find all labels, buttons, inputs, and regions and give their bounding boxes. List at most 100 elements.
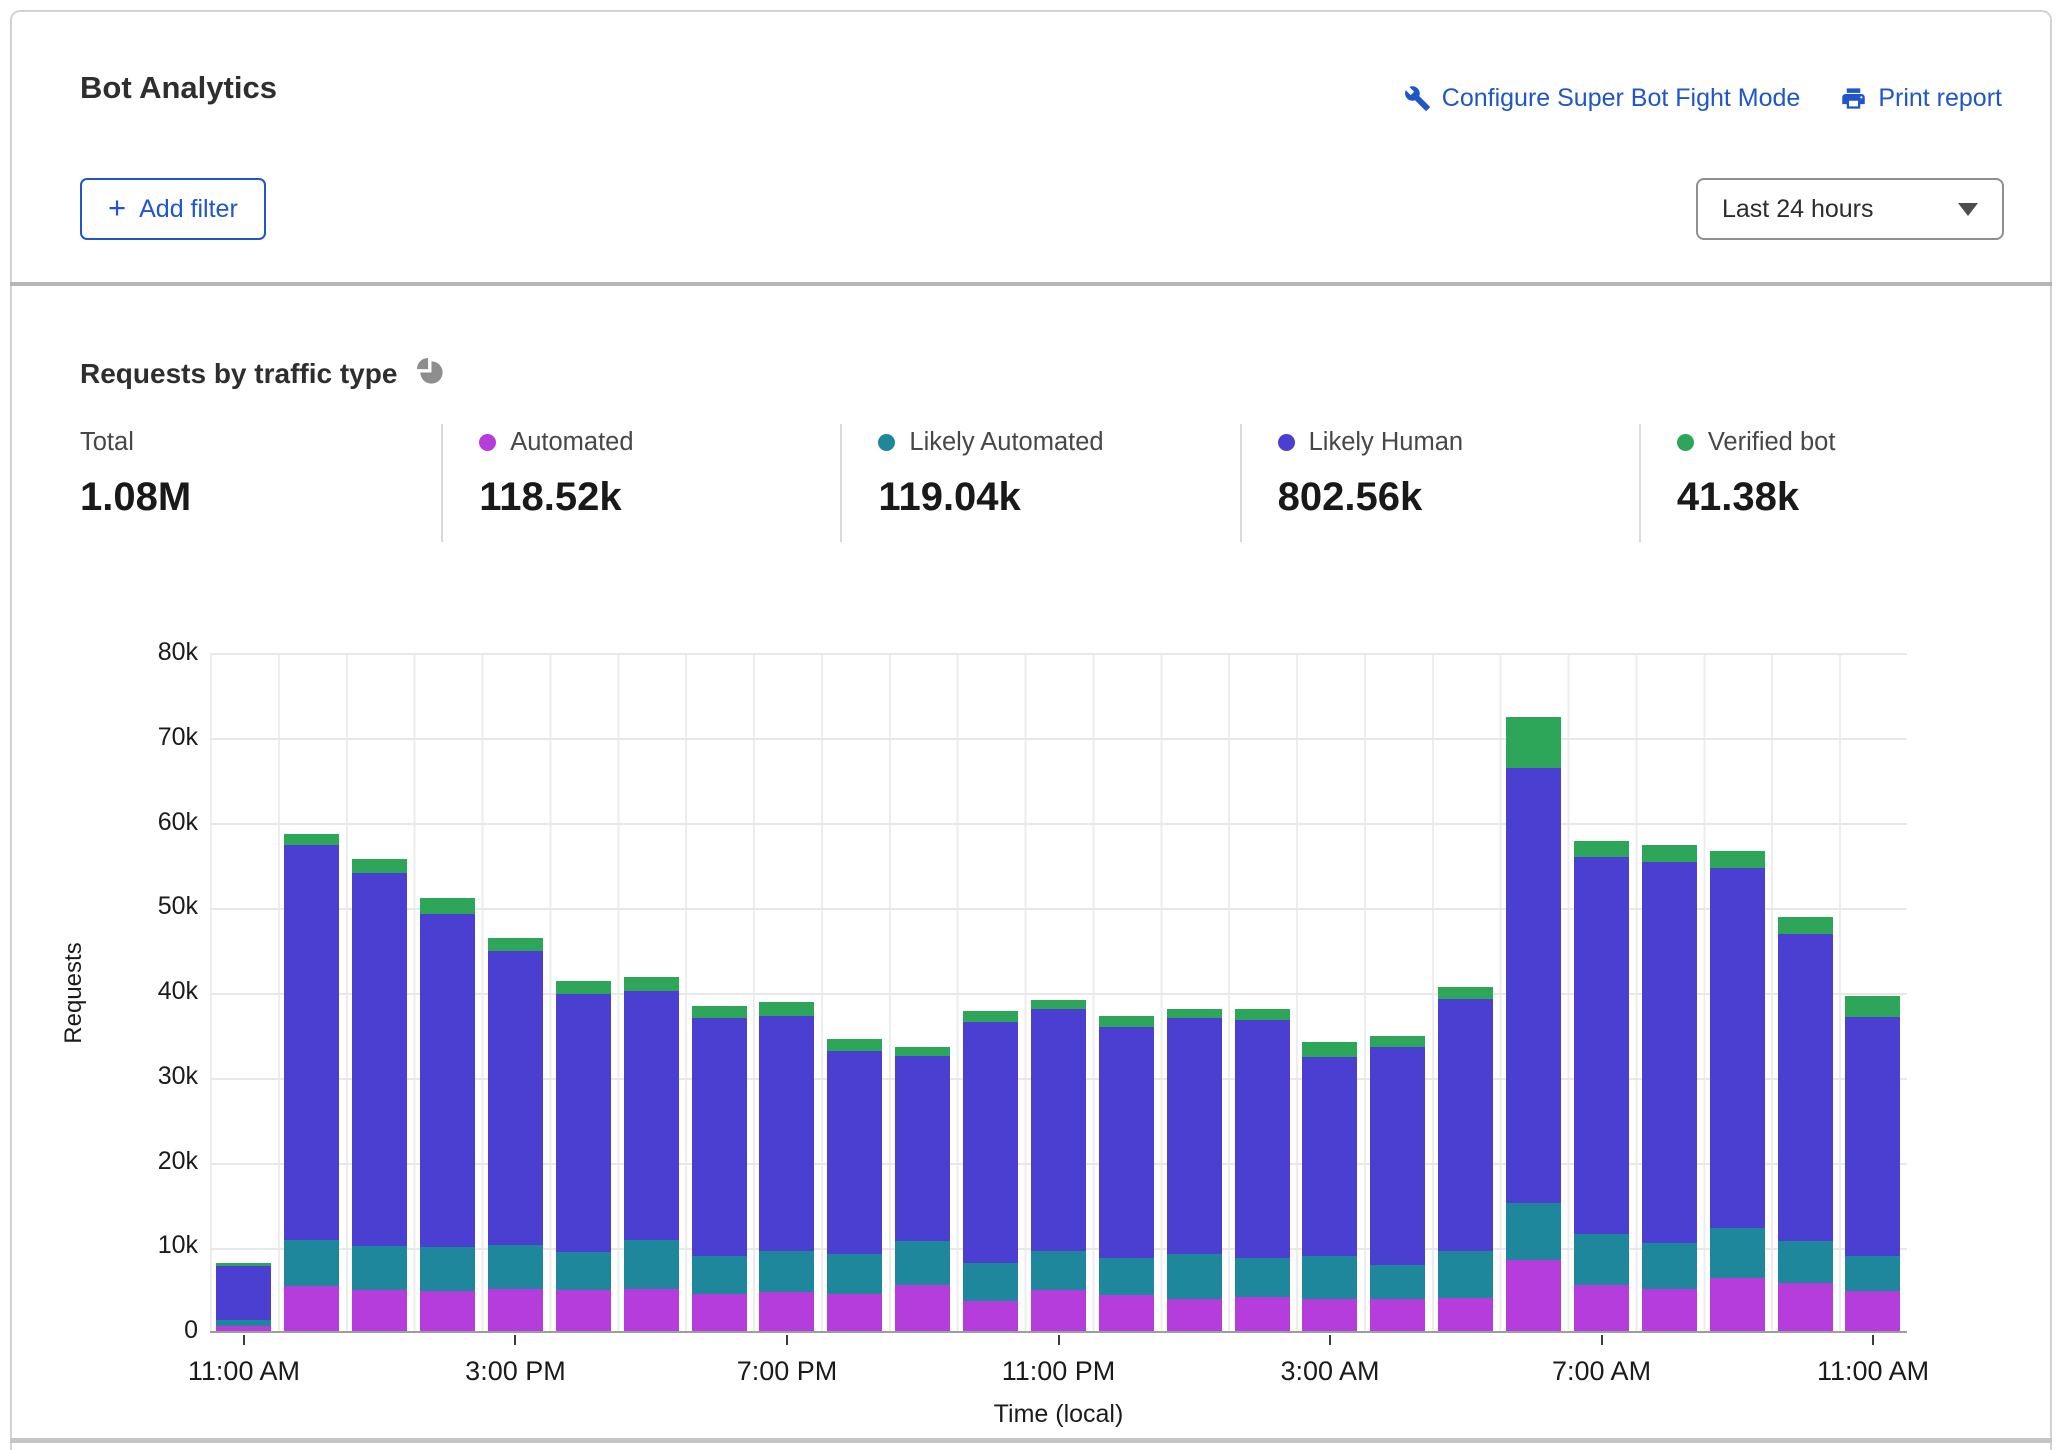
bar-segment-likely-automated[interactable] xyxy=(1506,1203,1561,1260)
stacked-bar[interactable] xyxy=(759,1002,814,1331)
bar-segment-likely-human[interactable] xyxy=(759,1016,814,1251)
bar-segment-likely-human[interactable] xyxy=(895,1056,950,1242)
bar-segment-automated[interactable] xyxy=(1642,1289,1697,1331)
bar-segment-automated[interactable] xyxy=(1370,1299,1425,1331)
bar-segment-likely-human[interactable] xyxy=(1438,999,1493,1251)
bar-segment-verified-bot[interactable] xyxy=(1235,1009,1290,1020)
bar-segment-automated[interactable] xyxy=(692,1294,747,1331)
stacked-bar[interactable] xyxy=(1506,717,1561,1331)
bar-segment-likely-automated[interactable] xyxy=(759,1251,814,1293)
bar-segment-likely-human[interactable] xyxy=(1574,857,1629,1234)
bar-segment-likely-human[interactable] xyxy=(1031,1009,1086,1251)
stacked-bar[interactable] xyxy=(1710,851,1765,1331)
bar-segment-automated[interactable] xyxy=(827,1294,882,1331)
bar-segment-verified-bot[interactable] xyxy=(963,1011,1018,1022)
bar-segment-likely-human[interactable] xyxy=(624,991,679,1239)
stacked-bar[interactable] xyxy=(216,1263,271,1331)
bar-segment-verified-bot[interactable] xyxy=(1031,1000,1086,1009)
bar-segment-verified-bot[interactable] xyxy=(759,1002,814,1016)
stacked-bar[interactable] xyxy=(1099,1016,1154,1331)
bar-segment-likely-human[interactable] xyxy=(1506,768,1561,1203)
bar-segment-likely-automated[interactable] xyxy=(1031,1251,1086,1291)
bar-segment-automated[interactable] xyxy=(1302,1299,1357,1331)
bar-segment-verified-bot[interactable] xyxy=(895,1047,950,1055)
bar-segment-automated[interactable] xyxy=(1845,1291,1900,1331)
stacked-bar[interactable] xyxy=(1031,1000,1086,1331)
bar-segment-likely-automated[interactable] xyxy=(1438,1251,1493,1298)
bar-segment-likely-human[interactable] xyxy=(352,873,407,1247)
bar-segment-verified-bot[interactable] xyxy=(692,1006,747,1019)
bar-segment-automated[interactable] xyxy=(1235,1297,1290,1331)
stacked-bar[interactable] xyxy=(1235,1009,1290,1331)
bar-segment-verified-bot[interactable] xyxy=(1642,845,1697,863)
bar-segment-automated[interactable] xyxy=(216,1326,271,1331)
bar-segment-likely-automated[interactable] xyxy=(895,1241,950,1285)
bar-segment-automated[interactable] xyxy=(759,1292,814,1331)
bar-segment-likely-automated[interactable] xyxy=(1167,1254,1222,1299)
bar-segment-automated[interactable] xyxy=(352,1290,407,1331)
bar-segment-verified-bot[interactable] xyxy=(1845,996,1900,1017)
bar-segment-verified-bot[interactable] xyxy=(284,834,339,846)
bar-segment-verified-bot[interactable] xyxy=(1506,717,1561,768)
bar-segment-automated[interactable] xyxy=(284,1286,339,1331)
stacked-bar[interactable] xyxy=(1642,845,1697,1331)
bar-segment-likely-human[interactable] xyxy=(1845,1017,1900,1256)
bar-segment-automated[interactable] xyxy=(420,1291,475,1331)
bar-segment-likely-human[interactable] xyxy=(1370,1047,1425,1265)
bar-segment-likely-automated[interactable] xyxy=(624,1240,679,1289)
bar-segment-likely-human[interactable] xyxy=(1235,1020,1290,1258)
stacked-bar[interactable] xyxy=(1438,987,1493,1331)
bar-segment-likely-human[interactable] xyxy=(556,994,611,1252)
stacked-bar[interactable] xyxy=(895,1047,950,1331)
bar-segment-verified-bot[interactable] xyxy=(1778,917,1833,934)
bar-segment-automated[interactable] xyxy=(895,1285,950,1331)
bar-segment-verified-bot[interactable] xyxy=(1167,1009,1222,1018)
bar-segment-likely-human[interactable] xyxy=(284,845,339,1240)
bar-segment-automated[interactable] xyxy=(1099,1295,1154,1331)
bar-segment-likely-human[interactable] xyxy=(1099,1027,1154,1258)
bar-segment-verified-bot[interactable] xyxy=(1710,851,1765,868)
bar-segment-automated[interactable] xyxy=(1710,1278,1765,1331)
bar-segment-verified-bot[interactable] xyxy=(556,981,611,994)
bar-segment-automated[interactable] xyxy=(1031,1290,1086,1331)
stacked-bar[interactable] xyxy=(692,1006,747,1331)
bar-segment-automated[interactable] xyxy=(556,1290,611,1331)
bar-segment-likely-human[interactable] xyxy=(1642,862,1697,1243)
bar-segment-likely-human[interactable] xyxy=(963,1022,1018,1264)
bar-segment-verified-bot[interactable] xyxy=(420,898,475,914)
bar-segment-likely-automated[interactable] xyxy=(420,1247,475,1291)
bar-segment-likely-human[interactable] xyxy=(216,1266,271,1320)
bar-segment-automated[interactable] xyxy=(963,1301,1018,1332)
bar-segment-verified-bot[interactable] xyxy=(1438,987,1493,999)
bar-segment-likely-automated[interactable] xyxy=(488,1245,543,1288)
bar-segment-verified-bot[interactable] xyxy=(827,1039,882,1050)
bar-segment-likely-human[interactable] xyxy=(1710,868,1765,1227)
bar-segment-verified-bot[interactable] xyxy=(624,977,679,991)
bar-segment-automated[interactable] xyxy=(1506,1260,1561,1331)
bar-segment-likely-automated[interactable] xyxy=(1574,1234,1629,1285)
bar-segment-automated[interactable] xyxy=(1167,1299,1222,1331)
bar-segment-likely-automated[interactable] xyxy=(827,1254,882,1294)
stacked-bar[interactable] xyxy=(1167,1009,1222,1331)
bar-segment-likely-human[interactable] xyxy=(488,951,543,1246)
bar-segment-automated[interactable] xyxy=(624,1289,679,1331)
bar-segment-likely-automated[interactable] xyxy=(1099,1258,1154,1295)
bar-segment-automated[interactable] xyxy=(1778,1283,1833,1331)
bar-segment-likely-human[interactable] xyxy=(1167,1018,1222,1254)
stacked-bar[interactable] xyxy=(284,834,339,1331)
bar-segment-automated[interactable] xyxy=(1574,1285,1629,1331)
stacked-bar[interactable] xyxy=(488,938,543,1331)
bar-segment-verified-bot[interactable] xyxy=(352,859,407,873)
bar-segment-likely-human[interactable] xyxy=(827,1051,882,1255)
bar-segment-likely-automated[interactable] xyxy=(1302,1256,1357,1299)
stacked-bar[interactable] xyxy=(963,1011,1018,1331)
bar-segment-automated[interactable] xyxy=(488,1289,543,1331)
bar-segment-verified-bot[interactable] xyxy=(1574,841,1629,857)
bar-segment-likely-human[interactable] xyxy=(1778,934,1833,1242)
bar-segment-likely-human[interactable] xyxy=(1302,1057,1357,1255)
bar-segment-verified-bot[interactable] xyxy=(1370,1036,1425,1047)
stacked-bar[interactable] xyxy=(1302,1042,1357,1331)
stacked-bar[interactable] xyxy=(1845,996,1900,1331)
bar-segment-verified-bot[interactable] xyxy=(1302,1042,1357,1057)
bar-segment-likely-automated[interactable] xyxy=(1778,1241,1833,1283)
